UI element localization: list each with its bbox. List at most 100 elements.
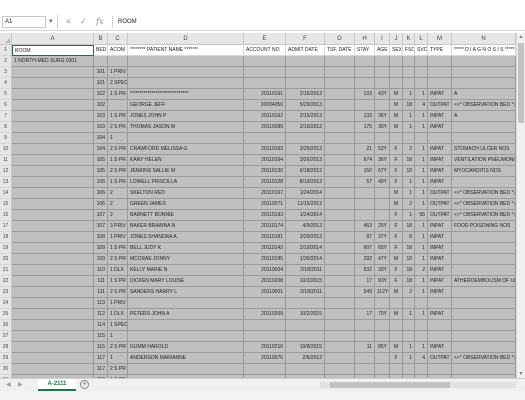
cell-tsf[interactable] — [325, 320, 355, 331]
cell-room[interactable] — [12, 177, 94, 188]
cell-stay[interactable] — [355, 298, 375, 309]
cell-diag[interactable]: <<* OBSERVATION BED *>> — [452, 188, 516, 199]
cell-name[interactable] — [128, 56, 244, 67]
row-header[interactable]: 5 — [0, 89, 12, 100]
cell-acct[interactable] — [244, 364, 286, 375]
cell-acct[interactable]: 20110004 — [244, 265, 286, 276]
cell-name[interactable]: DICKEN MARY LOUISE — [128, 276, 244, 287]
cell-admit[interactable]: 6/18/2012 — [286, 166, 325, 177]
cell-tsf[interactable] — [325, 210, 355, 221]
cell-room[interactable] — [12, 133, 94, 144]
cell-room[interactable] — [12, 265, 94, 276]
cell-age[interactable]: 70Y — [375, 309, 390, 320]
cell-name[interactable] — [128, 320, 244, 331]
cell-svc[interactable]: 4 — [415, 100, 428, 111]
cell-age[interactable] — [375, 364, 390, 375]
cell-diag[interactable] — [452, 232, 516, 243]
cell-stay[interactable] — [355, 210, 375, 221]
cell-admit[interactable]: 10/2/2015 — [286, 309, 325, 320]
cell-svc[interactable]: 1 — [415, 221, 428, 232]
cell-admit[interactable] — [286, 56, 325, 67]
cell-age[interactable]: 37Y — [375, 232, 390, 243]
header-cell-svc[interactable]: SVC — [415, 45, 428, 56]
cell-stay[interactable] — [355, 331, 375, 342]
header-cell-type[interactable]: TYPE — [428, 45, 452, 56]
cell-diag[interactable] — [452, 243, 516, 254]
cell-fsc[interactable]: 1 — [403, 111, 415, 122]
cell-tsf[interactable] — [325, 89, 355, 100]
cell-acct[interactable]: 20110001 — [244, 287, 286, 298]
cell-admit[interactable]: 2/10/2012 — [286, 122, 325, 133]
cell-type[interactable]: INPAT — [428, 254, 452, 265]
cell-diag[interactable]: <<* OBSERVATION BED *>> — [452, 353, 516, 364]
cell-diag[interactable]: MYOCARDITIS NOS — [452, 166, 516, 177]
row-header[interactable]: 14 — [0, 188, 12, 199]
cell-name[interactable] — [128, 133, 244, 144]
cell-bed[interactable]: 103 — [94, 111, 108, 122]
cell-age[interactable] — [375, 78, 390, 89]
cell-tsf[interactable] — [325, 254, 355, 265]
cell-diag[interactable] — [452, 287, 516, 298]
cell-svc[interactable]: 1 — [415, 199, 428, 210]
cell-type[interactable]: INPAT — [428, 276, 452, 287]
cell-bed[interactable]: 102 — [94, 89, 108, 100]
cell-bed[interactable]: 105 — [94, 155, 108, 166]
row-header[interactable]: 27 — [0, 331, 12, 342]
cell-fsc[interactable]: 18 — [403, 221, 415, 232]
cell-sex[interactable] — [390, 78, 403, 89]
row-header[interactable]: 7 — [0, 111, 12, 122]
cell-room[interactable] — [12, 188, 94, 199]
cell-admit[interactable]: 2/15/2013 — [286, 111, 325, 122]
cell-admit[interactable]: 3/25/2013 — [286, 144, 325, 155]
cell-diag[interactable] — [452, 254, 516, 265]
select-all-button[interactable] — [0, 33, 12, 45]
cell-diag[interactable]: A — [452, 89, 516, 100]
cell-room[interactable] — [12, 276, 94, 287]
cell-diag[interactable] — [452, 364, 516, 375]
cell-tsf[interactable] — [325, 122, 355, 133]
cell-acom[interactable]: 1 S PR — [108, 276, 128, 287]
cell-age[interactable] — [375, 353, 390, 364]
cell-type[interactable] — [428, 56, 452, 67]
cell-admit[interactable] — [286, 331, 325, 342]
row-header[interactable]: 4 — [0, 78, 12, 89]
cell-acom[interactable]: 1 S PR — [108, 155, 128, 166]
cell-acct[interactable]: 20110128 — [244, 177, 286, 188]
cell-age[interactable] — [375, 56, 390, 67]
cell-age[interactable] — [375, 320, 390, 331]
cell-sex[interactable]: F — [390, 221, 403, 232]
cell-acct[interactable] — [244, 331, 286, 342]
cell-age[interactable]: 85Y — [375, 342, 390, 353]
cell-bed[interactable]: 104 — [94, 144, 108, 155]
cell-tsf[interactable] — [325, 78, 355, 89]
cell-acom[interactable]: 1 SPEC — [108, 320, 128, 331]
cell-svc[interactable]: 4 — [415, 353, 428, 364]
cell-stay[interactable]: 133 — [355, 111, 375, 122]
row-header[interactable]: 21 — [0, 265, 12, 276]
cell-tsf[interactable] — [325, 331, 355, 342]
header-cell-account[interactable]: ACCOUNT NO — [244, 45, 286, 56]
cell-age[interactable] — [375, 67, 390, 78]
row-header[interactable]: 20 — [0, 254, 12, 265]
row-header[interactable]: 15 — [0, 199, 12, 210]
cell-bed[interactable]: 109 — [94, 254, 108, 265]
cell-diag[interactable] — [452, 298, 516, 309]
cell-age[interactable] — [375, 188, 390, 199]
cell-stay[interactable]: 133 — [355, 89, 375, 100]
cell-svc[interactable]: 1 — [415, 122, 428, 133]
cell-room[interactable] — [12, 166, 94, 177]
cell-acct[interactable] — [244, 78, 286, 89]
cell-name[interactable]: MCCRAE JONNY — [128, 254, 244, 265]
cell-sex[interactable]: F — [390, 177, 403, 188]
cell-acom[interactable]: 1 PRIV — [108, 298, 128, 309]
cell-name[interactable] — [128, 67, 244, 78]
cell-bed[interactable]: 110 — [94, 265, 108, 276]
cell-bed[interactable]: 113 — [94, 298, 108, 309]
cell-name[interactable]: KELLY MARIE N — [128, 265, 244, 276]
cell-svc[interactable]: 1 — [415, 166, 428, 177]
cell-age[interactable] — [375, 100, 390, 111]
cell-admit[interactable] — [286, 67, 325, 78]
header-cell-sex[interactable]: SEX — [390, 45, 403, 56]
row-header[interactable]: 26 — [0, 320, 12, 331]
cell-bed[interactable]: 107 — [94, 210, 108, 221]
